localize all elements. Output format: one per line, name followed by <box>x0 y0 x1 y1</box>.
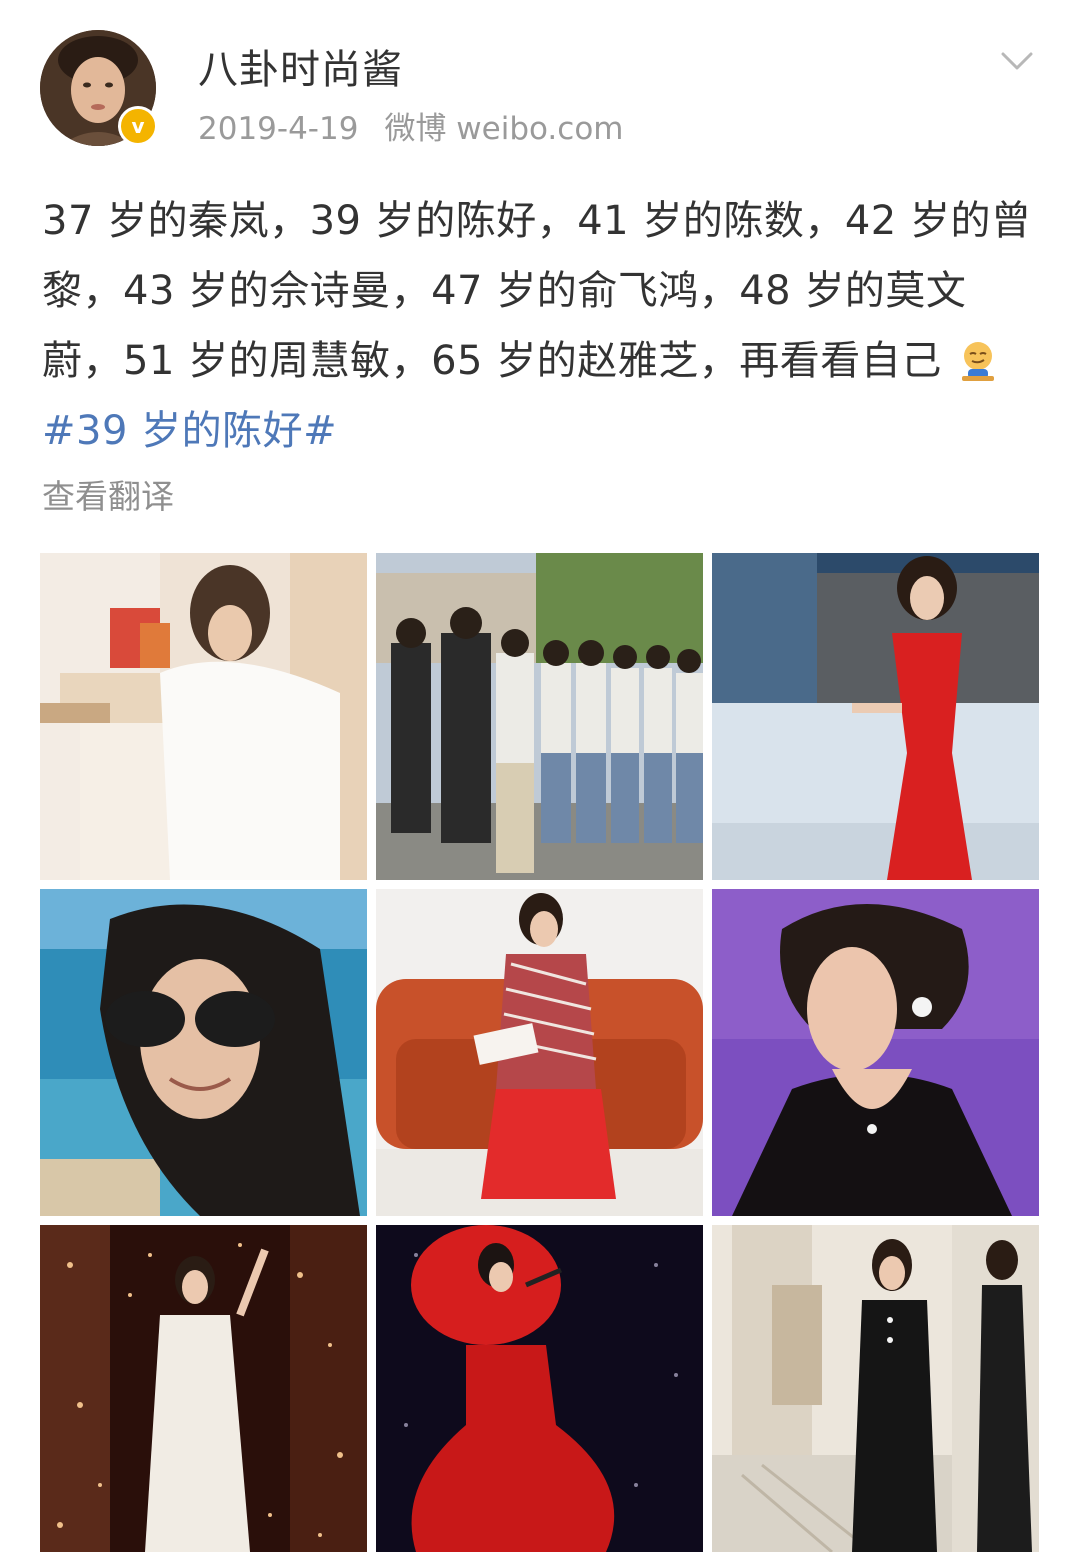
photo-5[interactable] <box>376 889 703 1216</box>
smirk-emoji-icon <box>961 342 994 381</box>
post-meta: 2019-4-19 微博 weibo.com <box>198 108 624 150</box>
photo-7[interactable] <box>40 1225 367 1552</box>
photo-4[interactable] <box>40 889 367 1216</box>
photo-8[interactable] <box>376 1225 703 1552</box>
photo-6[interactable] <box>712 889 1039 1216</box>
author-name[interactable]: 八卦时尚酱 <box>198 42 403 98</box>
chevron-down-icon[interactable] <box>1000 48 1034 74</box>
photo-grid <box>40 553 1040 1552</box>
hashtag-link[interactable]: #39 岁的陈好# <box>42 408 337 454</box>
weibo-post: v 八卦时尚酱 2019-4-19 微博 weibo.com 37 岁的秦岚，39… <box>0 0 1080 1552</box>
photo-2[interactable] <box>376 553 703 880</box>
post-date: 2019-4-19 <box>198 111 359 147</box>
verified-badge-icon: v <box>118 106 158 146</box>
post-body: 37 岁的秦岚，39 岁的陈好，41 岁的陈数，42 岁的曾黎，43 岁的佘诗曼… <box>42 198 1032 384</box>
post-text: 37 岁的秦岚，39 岁的陈好，41 岁的陈数，42 岁的曾黎，43 岁的佘诗曼… <box>42 186 1042 466</box>
avatar[interactable]: v <box>40 30 158 146</box>
photo-1[interactable] <box>40 553 367 880</box>
post-source: 微博 weibo.com <box>384 111 624 147</box>
view-translation-link[interactable]: 查看翻译 <box>42 474 174 520</box>
photo-9[interactable] <box>712 1225 1039 1552</box>
photo-3[interactable] <box>712 553 1039 880</box>
